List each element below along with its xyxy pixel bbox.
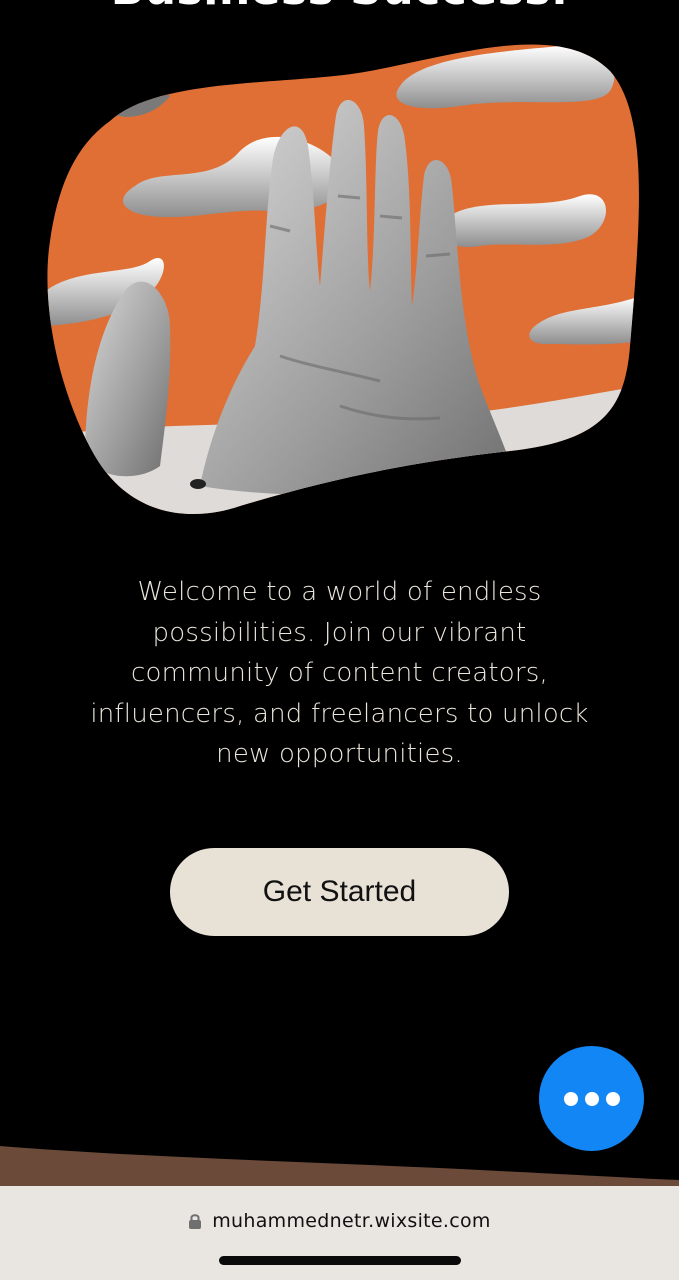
more-dots-icon [563,1091,620,1106]
browser-address-bar: muhammednetr.wixsite.com [0,1186,679,1280]
url-row[interactable]: muhammednetr.wixsite.com [0,1206,679,1236]
get-started-button[interactable]: Get Started [170,848,509,936]
lock-icon [189,1214,202,1229]
hero-heading: Business Success. [0,0,679,16]
footer-wave [0,1146,679,1190]
welcome-text: Welcome to a world of endless possibilit… [90,577,589,769]
home-indicator[interactable] [219,1256,461,1265]
hero-image [47,44,639,515]
page: Business Success. [0,0,679,1280]
url-text: muhammednetr.wixsite.com [212,1210,491,1232]
